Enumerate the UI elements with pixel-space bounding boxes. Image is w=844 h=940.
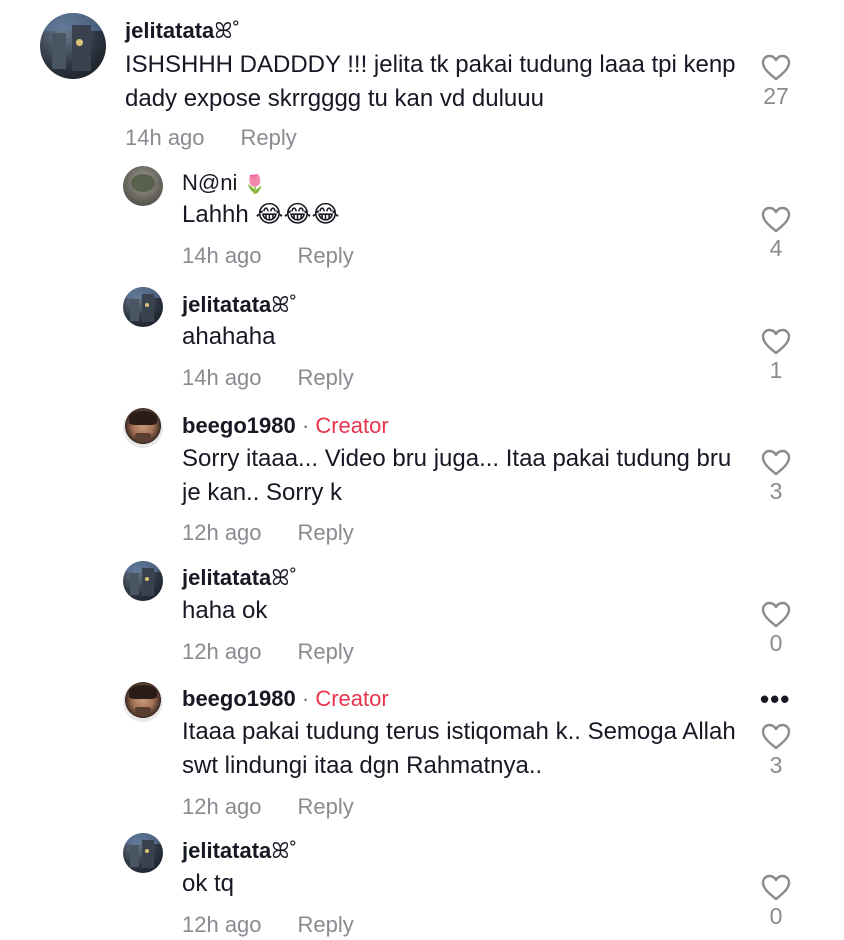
comment-meta: 14h ago Reply [182, 243, 354, 269]
username[interactable]: jelitatataꕤ˚ [182, 838, 297, 864]
avatar[interactable] [123, 561, 163, 601]
reply-button[interactable]: Reply [298, 639, 354, 664]
timestamp: 12h ago [182, 639, 262, 664]
like-button[interactable]: 3 [756, 723, 796, 779]
like-count: 4 [769, 235, 783, 261]
creator-badge: Creator [315, 686, 389, 711]
comment-text: haha ok [182, 597, 268, 624]
heart-icon [761, 723, 791, 750]
like-button[interactable]: 27 [756, 54, 796, 110]
avatar[interactable] [123, 833, 163, 873]
heart-icon [761, 206, 791, 233]
reply-button[interactable]: Reply [298, 243, 354, 268]
heart-icon [761, 601, 791, 628]
comment-meta: 14h ago Reply [125, 125, 297, 151]
comment-text: Lahhh 😂😂😂 [182, 201, 340, 228]
reply-button[interactable]: Reply [241, 125, 297, 150]
like-count: 27 [763, 83, 789, 109]
like-count: 0 [769, 630, 783, 656]
reply-button[interactable]: Reply [298, 912, 354, 937]
like-count: 0 [769, 903, 783, 929]
like-button[interactable]: 0 [756, 874, 796, 930]
avatar[interactable] [123, 408, 163, 448]
like-count: 3 [769, 752, 783, 778]
comment-meta: 12h ago Reply [182, 520, 354, 546]
avatar[interactable] [123, 287, 163, 327]
timestamp: 14h ago [182, 365, 262, 390]
comment-text: ISHSHHH DADDDY !!! jelita tk pakai tudun… [125, 51, 736, 112]
timestamp: 12h ago [182, 912, 262, 937]
username[interactable]: beego1980 · Creator [182, 686, 389, 712]
comment-text: ahahaha [182, 323, 276, 350]
username[interactable]: jelitatataꕤ˚ [125, 18, 240, 44]
username[interactable]: jelitatataꕤ˚ [182, 292, 297, 318]
like-count: 1 [769, 357, 783, 383]
avatar[interactable] [123, 166, 163, 206]
like-button[interactable]: 4 [756, 206, 796, 262]
comment-meta: 14h ago Reply [182, 365, 354, 391]
heart-icon [761, 874, 791, 901]
heart-icon [761, 449, 791, 476]
reply-button[interactable]: Reply [298, 365, 354, 390]
like-button[interactable]: 0 [756, 601, 796, 657]
heart-icon [761, 328, 791, 355]
comment-meta: 12h ago Reply [182, 912, 354, 938]
creator-badge: Creator [315, 413, 389, 438]
tulip-emoji: 🌷 [243, 174, 266, 194]
comment-meta: 12h ago Reply [182, 639, 354, 665]
username[interactable]: jelitatataꕤ˚ [182, 565, 297, 591]
reply-button[interactable]: Reply [298, 794, 354, 819]
timestamp: 12h ago [182, 520, 262, 545]
username[interactable]: beego1980 · Creator [182, 413, 389, 439]
like-count: 3 [769, 478, 783, 504]
like-button[interactable]: 3 [756, 449, 796, 505]
more-options-icon[interactable]: ••• [760, 684, 790, 715]
avatar[interactable] [40, 13, 106, 79]
heart-icon [761, 54, 791, 81]
comment-text: Itaaa pakai tudung terus istiqomah k.. S… [182, 718, 736, 779]
like-button[interactable]: 1 [756, 328, 796, 384]
timestamp: 14h ago [125, 125, 205, 150]
username[interactable]: N@ni 🌷 [182, 170, 266, 196]
reply-button[interactable]: Reply [298, 520, 354, 545]
avatar[interactable] [123, 682, 163, 722]
comment-text: ok tq [182, 870, 235, 897]
comment-meta: 12h ago Reply [182, 794, 354, 820]
timestamp: 14h ago [182, 243, 262, 268]
timestamp: 12h ago [182, 794, 262, 819]
comment-text: Sorry itaaa... Video bru juga... Itaa pa… [182, 445, 732, 506]
